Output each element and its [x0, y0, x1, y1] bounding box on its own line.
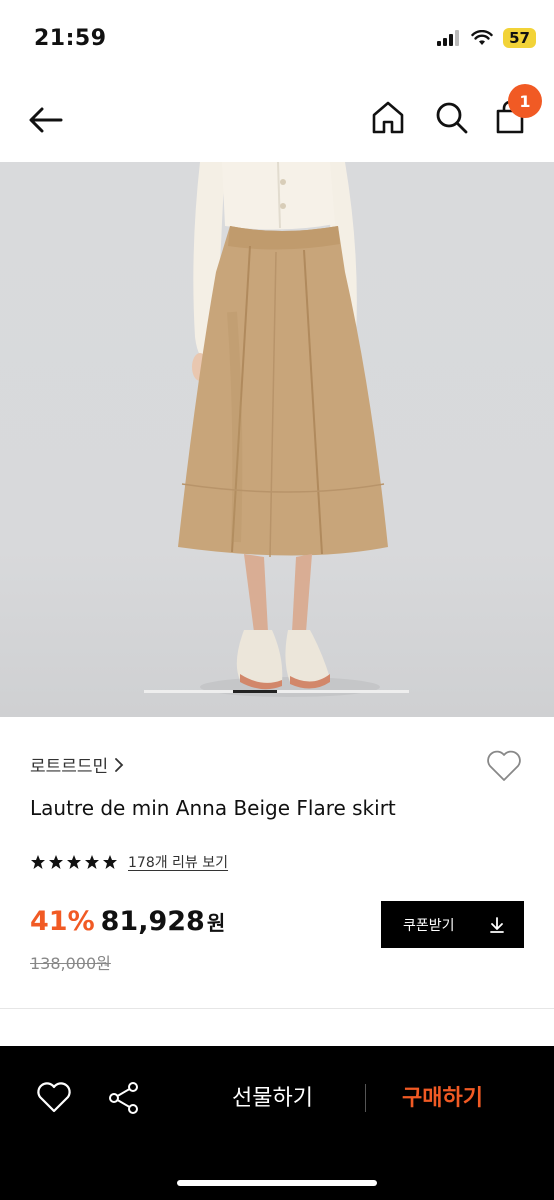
download-icon — [490, 916, 504, 933]
image-carousel-indicator — [233, 690, 277, 693]
section-divider — [0, 1008, 554, 1009]
home-button[interactable] — [368, 98, 408, 138]
status-time: 21:59 — [34, 26, 107, 51]
nav-bar — [0, 80, 554, 162]
battery-indicator: 57 — [503, 28, 536, 48]
search-icon — [436, 102, 468, 134]
home-indicator — [177, 1180, 377, 1186]
product-image[interactable] — [0, 162, 554, 717]
sale-price: 81,928 — [100, 906, 205, 937]
cart-count-badge: 1 — [508, 84, 542, 118]
rating-stars — [30, 854, 118, 870]
status-bar: 21:59 57 — [0, 0, 554, 80]
wishlist-button[interactable] — [484, 746, 524, 786]
star-icon — [103, 855, 117, 869]
review-link[interactable]: 178개 리뷰 보기 — [128, 852, 228, 872]
star-icon — [67, 855, 81, 869]
signal-icon — [437, 30, 460, 46]
star-icon — [49, 855, 63, 869]
price-unit: 원 — [206, 911, 226, 935]
heart-icon — [487, 750, 521, 781]
bottom-action-bar: 선물하기 구매하기 — [0, 1046, 554, 1200]
home-icon — [372, 101, 404, 134]
search-button[interactable] — [432, 98, 472, 138]
coupon-label: 쿠폰받기 — [403, 917, 455, 934]
star-icon — [85, 855, 99, 869]
original-price: 138,000원 — [30, 954, 111, 973]
product-photo — [178, 162, 388, 697]
brand-name: 로트르드민 — [30, 757, 109, 777]
heart-icon — [37, 1082, 71, 1113]
coupon-button[interactable]: 쿠폰받기 — [381, 901, 524, 948]
chevron-right-icon — [115, 757, 124, 772]
gift-button[interactable]: 선물하기 — [232, 1080, 313, 1112]
discount-rate: 41% — [30, 906, 95, 937]
bottom-wishlist-button[interactable] — [34, 1078, 74, 1118]
product-title: Lautre de min Anna Beige Flare skirt — [30, 796, 396, 820]
price-row: 41% 81,928 원 — [30, 906, 225, 937]
share-button[interactable] — [104, 1078, 144, 1118]
back-button[interactable] — [26, 100, 66, 140]
wifi-icon — [471, 30, 493, 45]
status-icons: 57 — [437, 28, 536, 48]
share-icon — [109, 1082, 138, 1114]
back-arrow-icon — [29, 107, 63, 133]
star-icon — [31, 855, 45, 869]
rating-row: 178개 리뷰 보기 — [30, 852, 228, 872]
buy-button[interactable]: 구매하기 — [402, 1080, 483, 1112]
brand-link[interactable]: 로트르드민 — [30, 752, 124, 777]
bottom-separator — [365, 1084, 366, 1112]
